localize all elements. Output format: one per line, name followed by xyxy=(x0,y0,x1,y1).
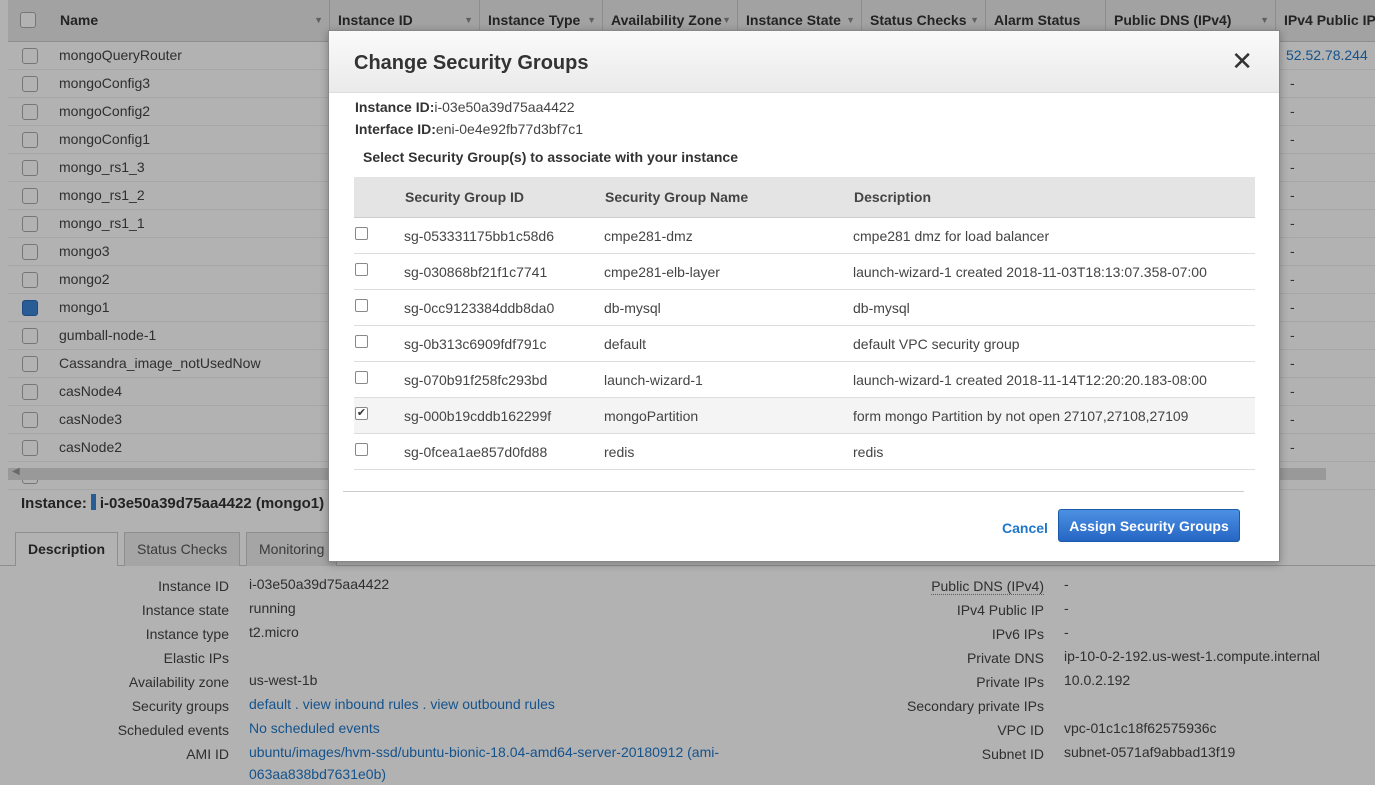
security-group-id: sg-053331175bb1c58d6 xyxy=(404,228,554,244)
table-row[interactable]: ✔ sg-000b19cddb162299f mongoPartition form … xyxy=(354,398,1255,434)
table-row[interactable]: sg-0cc9123384ddb8da0 db-mysql db-mysql xyxy=(354,290,1255,326)
security-group-checkbox[interactable] xyxy=(355,335,368,348)
security-group-description: launch-wizard-1 created 2018-11-03T18:13… xyxy=(853,264,1207,280)
table-row[interactable]: sg-053331175bb1c58d6 cmpe281-dmz cmpe281 d… xyxy=(354,218,1255,254)
security-group-description: redis xyxy=(853,444,884,460)
table-row[interactable]: sg-0b313c6909fdf791c default default VPC s… xyxy=(354,326,1255,362)
dialog-divider xyxy=(343,491,1244,492)
cancel-button[interactable]: Cancel xyxy=(1002,520,1048,536)
table-row[interactable]: sg-070b91f258fc293bd launch-wizard-1 launc… xyxy=(354,362,1255,398)
instance-id-label: Instance ID: xyxy=(355,99,435,115)
security-group-id: sg-030868bf21f1c7741 xyxy=(404,264,548,280)
security-group-name: launch-wizard-1 xyxy=(604,372,703,388)
security-group-description: default VPC security group xyxy=(853,336,1020,352)
security-group-description: cmpe281 dmz for load balancer xyxy=(853,228,1050,244)
dialog-header: Change Security Groups ✕ xyxy=(329,31,1279,93)
close-icon[interactable]: ✕ xyxy=(1231,48,1253,74)
security-group-description: launch-wizard-1 created 2018-11-14T12:20… xyxy=(853,372,1207,388)
header-security-group-id: Security Group ID xyxy=(405,189,525,205)
security-group-id: sg-070b91f258fc293bd xyxy=(404,372,548,388)
security-group-checkbox[interactable] xyxy=(355,443,368,456)
instance-id-value: i-03e50a39d75aa4422 xyxy=(434,99,575,115)
security-group-name: db-mysql xyxy=(604,300,661,316)
security-group-id: sg-0cc9123384ddb8da0 xyxy=(404,300,555,316)
instance-id-line: Instance ID:i-03e50a39d75aa4422 xyxy=(355,99,575,115)
interface-id-value: eni-0e4e92fb77d3bf7c1 xyxy=(435,121,584,137)
security-group-id: sg-0b313c6909fdf791c xyxy=(404,336,547,352)
security-group-id: sg-0fcea1ae857d0fd88 xyxy=(404,444,548,460)
security-group-checkbox[interactable] xyxy=(355,263,368,276)
dialog-title: Change Security Groups xyxy=(354,52,589,74)
table-row[interactable]: sg-0fcea1ae857d0fd88 redis redis xyxy=(354,434,1255,470)
header-security-group-name: Security Group Name xyxy=(605,189,749,205)
table-row[interactable]: sg-030868bf21f1c7741 cmpe281-elb-layer lau… xyxy=(354,254,1255,290)
security-group-description: db-mysql xyxy=(853,300,910,316)
select-prompt: Select Security Group(s) to associate wi… xyxy=(363,149,738,165)
security-groups-table-body: sg-053331175bb1c58d6 cmpe281-dmz cmpe281 d… xyxy=(354,218,1255,470)
security-group-name: default xyxy=(604,336,647,352)
security-group-checkbox[interactable] xyxy=(355,371,368,384)
security-group-name: cmpe281-dmz xyxy=(604,228,693,244)
security-groups-table: Security Group ID Security Group Name De… xyxy=(354,177,1255,470)
security-group-name: cmpe281-elb-layer xyxy=(604,264,720,280)
header-description: Description xyxy=(854,189,932,205)
security-group-description: form mongo Partition by not open 27107,2… xyxy=(853,408,1189,424)
security-group-id: sg-000b19cddb162299f xyxy=(404,408,552,424)
security-groups-table-header: Security Group ID Security Group Name De… xyxy=(354,177,1255,218)
security-group-checkbox[interactable] xyxy=(355,299,368,312)
security-group-checkbox[interactable] xyxy=(355,227,368,240)
interface-id-label: Interface ID: xyxy=(355,121,436,137)
assign-security-groups-button[interactable]: Assign Security Groups xyxy=(1058,509,1240,542)
security-group-name: mongoPartition xyxy=(604,408,699,424)
security-group-checkbox[interactable]: ✔ xyxy=(355,407,368,420)
interface-id-line: Interface ID:eni-0e4e92fb77d3bf7c1 xyxy=(355,121,583,137)
security-group-name: redis xyxy=(604,444,635,460)
change-security-groups-dialog: Change Security Groups ✕ Instance ID:i-0… xyxy=(328,30,1280,562)
